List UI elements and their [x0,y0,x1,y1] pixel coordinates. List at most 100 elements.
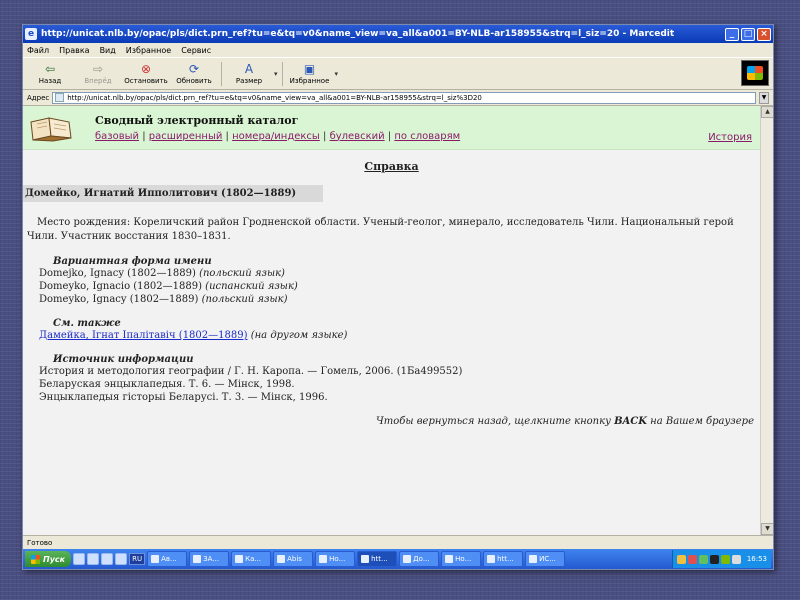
toolbar: ⇦ Назад ⇨ Вперёд ⊗ Остановить ⟳ Обновить… [23,58,773,90]
taskbar-task[interactable]: Ка... [231,551,272,567]
search-mode-links: базовый | расширенный | номера/индексы |… [95,130,461,142]
taskbar-task[interactable]: Ав... [147,551,188,567]
quicklaunch-media-icon[interactable] [101,553,114,565]
volume-icon[interactable] [731,554,741,564]
page-icon [55,93,65,102]
address-bar: Адрес http://unicat.nlb.by/opac/pls/dict… [23,90,773,106]
size-button[interactable]: A Размер [226,59,272,89]
link-advanced[interactable]: расширенный [149,131,223,142]
browser-window: e http://unicat.nlb.by/opac/pls/dict.prn… [22,24,774,570]
variant-name: Domejko, Ignacy (1802—1889) (польский яз… [39,268,285,279]
catalog-header: Сводный электронный каталог базовый | ра… [23,106,760,150]
window-title: http://unicat.nlb.by/opac/pls/dict.prn_r… [41,29,675,39]
task-icon [193,555,202,563]
taskbar-task-active[interactable]: htt... [357,551,398,567]
source-entry: История и методология географии / Г. Н. … [39,366,463,377]
title-bar[interactable]: e http://unicat.nlb.by/opac/pls/dict.prn… [23,25,773,43]
back-instruction: Чтобы вернуться назад, щелкните кнопку B… [376,416,754,427]
web-page: Сводный электронный каталог базовый | ра… [23,106,760,535]
quicklaunch-desktop-icon[interactable] [87,553,100,565]
menu-file[interactable]: Файл [27,46,49,55]
address-dropdown-icon[interactable]: ▼ [759,91,769,104]
favorites-icon: ▣ [303,61,316,76]
favorites-button[interactable]: ▣ Избранное [287,59,333,89]
variant-name: Domeyko, Ignacio (1802—1889) (испанский … [39,281,298,292]
quicklaunch-ie-icon[interactable] [73,553,86,565]
source-title: Источник информации [53,354,194,365]
windows-flag-icon [31,554,40,564]
tray-icon[interactable] [709,554,719,564]
forward-button[interactable]: ⇨ Вперёд [75,59,121,89]
task-icon [277,555,286,563]
windows-logo-icon [741,60,769,86]
see-also-title: См. также [53,318,121,329]
minimize-button[interactable]: _ [725,27,739,41]
variant-name: Domeyko, Ignacy (1802—1889) (польский яз… [39,294,288,305]
tray-icon[interactable] [676,554,686,564]
authority-record: Справка Домейко, Игнатий Ипполитович (18… [23,160,760,427]
address-value: http://unicat.nlb.by/opac/pls/dict.prn_r… [67,93,482,102]
taskbar-task[interactable]: htt... [483,551,524,567]
see-also-link[interactable]: Дамейка, Ігнат Іпалітавіч (1802—1889) [39,330,248,341]
task-icon [529,555,538,563]
vertical-scrollbar[interactable]: ▲ ▼ [760,106,773,535]
address-label: Адрес [27,93,50,102]
source-entry: Энцыклапедыя гісторыі Беларусі. Т. 3. — … [39,392,328,403]
link-numbers[interactable]: номера/индексы [232,131,320,142]
refresh-icon: ⟳ [188,61,200,76]
system-tray: 16:53 [671,550,771,568]
address-input[interactable]: http://unicat.nlb.by/opac/pls/dict.prn_r… [52,91,756,104]
taskbar-task[interactable]: До... [399,551,440,567]
tray-icon[interactable] [720,554,730,564]
taskbar: Пуск RU Ав... ЗА... Ка... Abis Но... htt… [23,549,773,569]
taskbar-task[interactable]: Но... [315,551,356,567]
content-area: Сводный электронный каталог базовый | ра… [23,106,773,535]
taskbar-task[interactable]: ИС... [525,551,566,567]
catalog-title: Сводный электронный каталог [95,113,299,127]
stop-button[interactable]: ⊗ Остановить [123,59,169,89]
history-link[interactable]: История [708,132,752,143]
task-icon [361,555,370,563]
size-dropdown-arrow-icon[interactable]: ▾ [274,70,278,78]
menu-bar: Файл Правка Вид Избранное Сервис [23,43,773,58]
link-boolean[interactable]: булевский [330,131,385,142]
taskbar-task[interactable]: Но... [441,551,482,567]
taskbar-task[interactable]: ЗА... [189,551,230,567]
back-arrow-icon: ⇦ [44,61,56,76]
scroll-down-icon[interactable]: ▼ [761,523,773,535]
task-icon [235,555,244,563]
language-indicator[interactable]: RU [129,553,146,565]
biography-text: Место рождения: Кореличский район Гродне… [27,217,734,242]
back-button[interactable]: ⇦ Назад [27,59,73,89]
font-size-icon: A [244,61,254,76]
link-basic[interactable]: базовый [95,131,139,142]
clock: 16:53 [746,555,767,563]
task-icon [487,555,496,563]
scroll-up-icon[interactable]: ▲ [761,106,773,118]
menu-tools[interactable]: Сервис [181,46,211,55]
quicklaunch-app-icon[interactable] [115,553,128,565]
stop-icon: ⊗ [140,61,152,76]
status-text: Готово [27,538,53,547]
source-entry: Беларуская энцыклапедыя. Т. 6. — Мінск, … [39,379,295,390]
ie-icon: e [25,28,37,40]
book-icon [30,116,72,142]
link-dictionaries[interactable]: по словарям [394,131,460,142]
task-icon [151,555,160,563]
menu-favorites[interactable]: Избранное [126,46,171,55]
toolbar-separator [281,61,283,86]
refresh-button[interactable]: ⟳ Обновить [171,59,217,89]
taskbar-task[interactable]: Abis [273,551,314,567]
favorites-dropdown-arrow-icon[interactable]: ▾ [335,70,339,78]
tray-icon[interactable] [687,554,697,564]
menu-view[interactable]: Вид [100,46,116,55]
task-icon [403,555,412,563]
menu-edit[interactable]: Правка [59,46,89,55]
see-also-entry: Дамейка, Ігнат Іпалітавіч (1802—1889) (н… [39,330,348,341]
maximize-button[interactable]: □ [741,27,755,41]
task-icon [319,555,328,563]
tray-icon[interactable] [698,554,708,564]
start-button[interactable]: Пуск [25,551,72,567]
close-button[interactable]: × [757,27,771,41]
task-icon [445,555,454,563]
